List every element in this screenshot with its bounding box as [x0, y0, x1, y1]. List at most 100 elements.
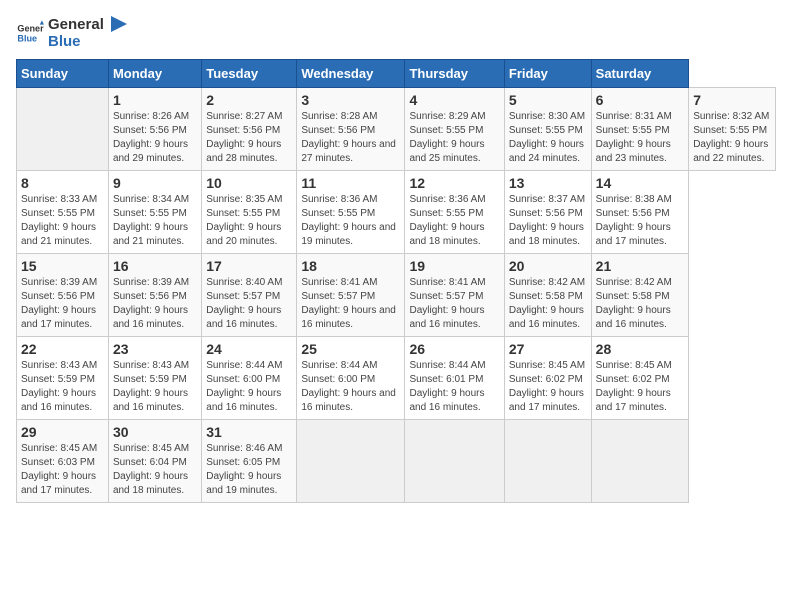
week-row-4: 29 Sunrise: 8:45 AM Sunset: 6:03 PM Dayl…	[17, 419, 776, 502]
day-number: 13	[509, 175, 587, 191]
calendar-cell: 25 Sunrise: 8:44 AM Sunset: 6:00 PM Dayl…	[297, 336, 405, 419]
header-row: SundayMondayTuesdayWednesdayThursdayFrid…	[17, 59, 776, 87]
day-info: Sunrise: 8:45 AM Sunset: 6:02 PM Dayligh…	[596, 359, 685, 415]
day-number: 19	[409, 258, 499, 274]
calendar-cell: 4 Sunrise: 8:29 AM Sunset: 5:55 PM Dayli…	[405, 87, 504, 170]
day-info: Sunrise: 8:37 AM Sunset: 5:56 PM Dayligh…	[509, 193, 587, 249]
logo-blue: Blue	[48, 34, 127, 51]
day-number: 15	[21, 258, 104, 274]
day-number: 23	[113, 341, 197, 357]
day-info: Sunrise: 8:36 AM Sunset: 5:55 PM Dayligh…	[409, 193, 499, 249]
day-info: Sunrise: 8:45 AM Sunset: 6:02 PM Dayligh…	[509, 359, 587, 415]
calendar-cell	[17, 87, 109, 170]
calendar-cell: 23 Sunrise: 8:43 AM Sunset: 5:59 PM Dayl…	[108, 336, 201, 419]
day-number: 22	[21, 341, 104, 357]
day-number: 1	[113, 92, 197, 108]
day-header-sunday: Sunday	[17, 59, 109, 87]
calendar-cell: 12 Sunrise: 8:36 AM Sunset: 5:55 PM Dayl…	[405, 170, 504, 253]
day-info: Sunrise: 8:30 AM Sunset: 5:55 PM Dayligh…	[509, 110, 587, 166]
day-info: Sunrise: 8:34 AM Sunset: 5:55 PM Dayligh…	[113, 193, 197, 249]
svg-text:General: General	[17, 24, 44, 34]
calendar-cell: 11 Sunrise: 8:36 AM Sunset: 5:55 PM Dayl…	[297, 170, 405, 253]
day-header-tuesday: Tuesday	[202, 59, 297, 87]
day-number: 28	[596, 341, 685, 357]
calendar-cell: 8 Sunrise: 8:33 AM Sunset: 5:55 PM Dayli…	[17, 170, 109, 253]
day-info: Sunrise: 8:41 AM Sunset: 5:57 PM Dayligh…	[301, 276, 400, 332]
day-header-friday: Friday	[504, 59, 591, 87]
calendar-cell: 7 Sunrise: 8:32 AM Sunset: 5:55 PM Dayli…	[689, 87, 776, 170]
day-header-thursday: Thursday	[405, 59, 504, 87]
calendar-cell: 2 Sunrise: 8:27 AM Sunset: 5:56 PM Dayli…	[202, 87, 297, 170]
day-number: 31	[206, 424, 292, 440]
calendar-cell: 15 Sunrise: 8:39 AM Sunset: 5:56 PM Dayl…	[17, 253, 109, 336]
day-number: 14	[596, 175, 685, 191]
day-info: Sunrise: 8:44 AM Sunset: 6:01 PM Dayligh…	[409, 359, 499, 415]
day-info: Sunrise: 8:39 AM Sunset: 5:56 PM Dayligh…	[21, 276, 104, 332]
calendar-cell: 5 Sunrise: 8:30 AM Sunset: 5:55 PM Dayli…	[504, 87, 591, 170]
day-number: 7	[693, 92, 771, 108]
day-number: 11	[301, 175, 400, 191]
logo-icon: General Blue	[16, 19, 44, 47]
calendar-cell: 30 Sunrise: 8:45 AM Sunset: 6:04 PM Dayl…	[108, 419, 201, 502]
day-number: 30	[113, 424, 197, 440]
day-info: Sunrise: 8:33 AM Sunset: 5:55 PM Dayligh…	[21, 193, 104, 249]
day-info: Sunrise: 8:27 AM Sunset: 5:56 PM Dayligh…	[206, 110, 292, 166]
day-info: Sunrise: 8:26 AM Sunset: 5:56 PM Dayligh…	[113, 110, 197, 166]
day-number: 4	[409, 92, 499, 108]
week-row-0: 1 Sunrise: 8:26 AM Sunset: 5:56 PM Dayli…	[17, 87, 776, 170]
calendar-cell: 24 Sunrise: 8:44 AM Sunset: 6:00 PM Dayl…	[202, 336, 297, 419]
day-number: 16	[113, 258, 197, 274]
day-header-wednesday: Wednesday	[297, 59, 405, 87]
day-number: 10	[206, 175, 292, 191]
day-number: 24	[206, 341, 292, 357]
calendar-cell: 1 Sunrise: 8:26 AM Sunset: 5:56 PM Dayli…	[108, 87, 201, 170]
calendar-cell: 31 Sunrise: 8:46 AM Sunset: 6:05 PM Dayl…	[202, 419, 297, 502]
day-info: Sunrise: 8:31 AM Sunset: 5:55 PM Dayligh…	[596, 110, 685, 166]
day-number: 2	[206, 92, 292, 108]
calendar-cell: 3 Sunrise: 8:28 AM Sunset: 5:56 PM Dayli…	[297, 87, 405, 170]
week-row-2: 15 Sunrise: 8:39 AM Sunset: 5:56 PM Dayl…	[17, 253, 776, 336]
day-info: Sunrise: 8:39 AM Sunset: 5:56 PM Dayligh…	[113, 276, 197, 332]
week-row-3: 22 Sunrise: 8:43 AM Sunset: 5:59 PM Dayl…	[17, 336, 776, 419]
day-number: 18	[301, 258, 400, 274]
day-number: 25	[301, 341, 400, 357]
calendar-cell: 26 Sunrise: 8:44 AM Sunset: 6:01 PM Dayl…	[405, 336, 504, 419]
day-number: 21	[596, 258, 685, 274]
day-header-monday: Monday	[108, 59, 201, 87]
day-info: Sunrise: 8:45 AM Sunset: 6:04 PM Dayligh…	[113, 442, 197, 498]
day-number: 20	[509, 258, 587, 274]
day-number: 17	[206, 258, 292, 274]
calendar-cell: 13 Sunrise: 8:37 AM Sunset: 5:56 PM Dayl…	[504, 170, 591, 253]
calendar-cell: 28 Sunrise: 8:45 AM Sunset: 6:02 PM Dayl…	[591, 336, 689, 419]
calendar-cell: 27 Sunrise: 8:45 AM Sunset: 6:02 PM Dayl…	[504, 336, 591, 419]
calendar-cell: 14 Sunrise: 8:38 AM Sunset: 5:56 PM Dayl…	[591, 170, 689, 253]
day-number: 29	[21, 424, 104, 440]
day-info: Sunrise: 8:41 AM Sunset: 5:57 PM Dayligh…	[409, 276, 499, 332]
day-number: 3	[301, 92, 400, 108]
day-header-saturday: Saturday	[591, 59, 689, 87]
logo-general: General	[48, 16, 104, 33]
week-row-1: 8 Sunrise: 8:33 AM Sunset: 5:55 PM Dayli…	[17, 170, 776, 253]
header: General Blue General Blue	[16, 16, 776, 51]
day-number: 12	[409, 175, 499, 191]
calendar-cell: 9 Sunrise: 8:34 AM Sunset: 5:55 PM Dayli…	[108, 170, 201, 253]
calendar-cell: 20 Sunrise: 8:42 AM Sunset: 5:58 PM Dayl…	[504, 253, 591, 336]
day-number: 9	[113, 175, 197, 191]
logo-arrow-icon	[109, 16, 127, 34]
calendar-cell: 19 Sunrise: 8:41 AM Sunset: 5:57 PM Dayl…	[405, 253, 504, 336]
calendar-cell	[297, 419, 405, 502]
day-info: Sunrise: 8:45 AM Sunset: 6:03 PM Dayligh…	[21, 442, 104, 498]
calendar-cell: 29 Sunrise: 8:45 AM Sunset: 6:03 PM Dayl…	[17, 419, 109, 502]
calendar-cell	[504, 419, 591, 502]
day-info: Sunrise: 8:43 AM Sunset: 5:59 PM Dayligh…	[113, 359, 197, 415]
day-info: Sunrise: 8:44 AM Sunset: 6:00 PM Dayligh…	[206, 359, 292, 415]
day-number: 26	[409, 341, 499, 357]
svg-text:Blue: Blue	[17, 34, 37, 44]
day-info: Sunrise: 8:42 AM Sunset: 5:58 PM Dayligh…	[509, 276, 587, 332]
logo: General Blue General Blue	[16, 16, 127, 51]
calendar-table: SundayMondayTuesdayWednesdayThursdayFrid…	[16, 59, 776, 503]
day-number: 5	[509, 92, 587, 108]
calendar-cell: 21 Sunrise: 8:42 AM Sunset: 5:58 PM Dayl…	[591, 253, 689, 336]
day-info: Sunrise: 8:32 AM Sunset: 5:55 PM Dayligh…	[693, 110, 771, 166]
day-info: Sunrise: 8:42 AM Sunset: 5:58 PM Dayligh…	[596, 276, 685, 332]
